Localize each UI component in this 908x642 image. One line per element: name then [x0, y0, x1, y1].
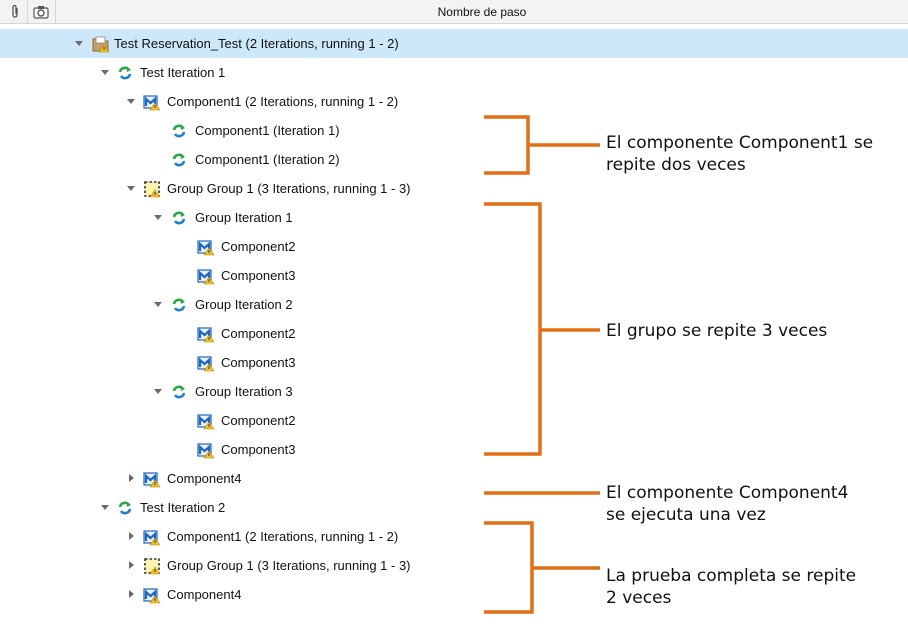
- annotation-line: se ejecuta una vez: [606, 505, 766, 525]
- annotation-line: El componente Component4: [606, 483, 849, 503]
- annotation-component4: El componente Component4 se ejecuta una …: [606, 482, 848, 526]
- annotation-line: El grupo se repite 3 veces: [606, 321, 828, 341]
- bracket-test-iteration: [484, 521, 600, 614]
- annotation-line: repite dos veces: [606, 155, 746, 175]
- bracket-component1: [484, 115, 600, 175]
- bracket-group: [484, 202, 600, 456]
- annotation-line: El componente Component1 se: [606, 133, 874, 153]
- annotation-component1: El componente Component1 se repite dos v…: [606, 132, 873, 176]
- annotation-test: La prueba completa se repite 2 veces: [606, 565, 856, 609]
- annotation-line: 2 veces: [606, 588, 672, 608]
- annotation-group: El grupo se repite 3 veces: [606, 320, 827, 342]
- annotation-line: La prueba completa se repite: [606, 566, 857, 586]
